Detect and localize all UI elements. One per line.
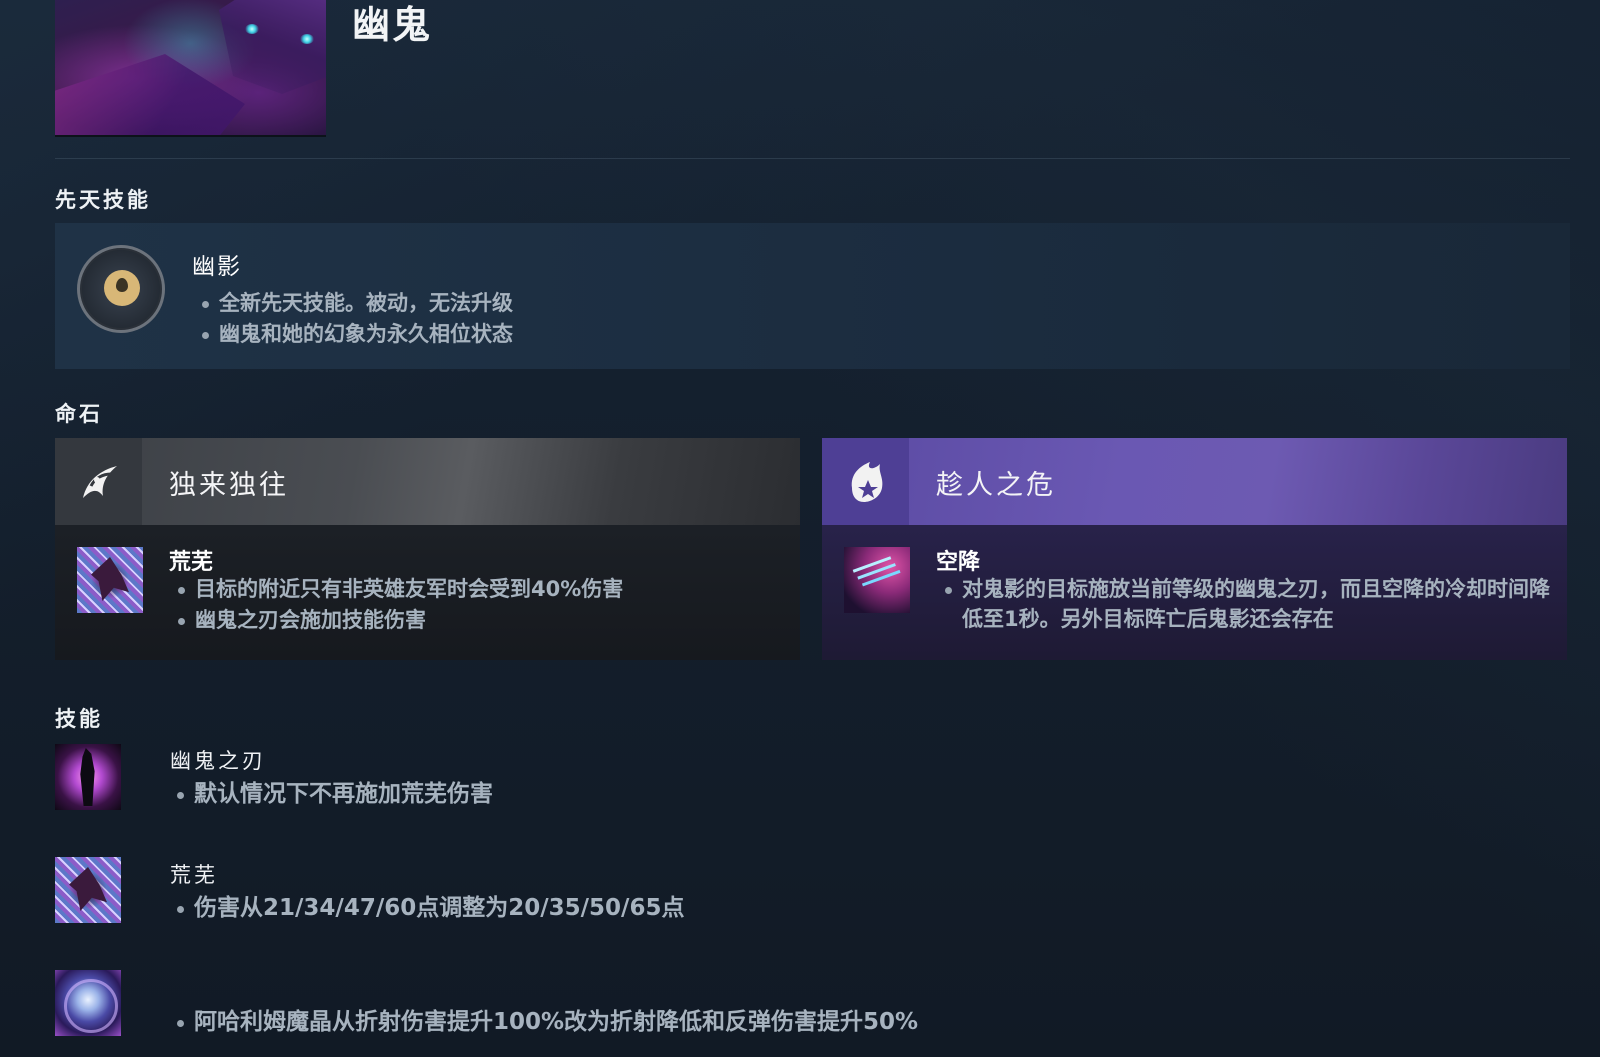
innate-notes: 全新先天技能。被动，无法升级 幽鬼和她的幻象为永久相位状态	[197, 288, 513, 350]
ability-notes: 伤害从21/34/47/60点调整为20/35/50/65点	[172, 893, 684, 924]
facet-notes: 目标的附近只有非英雄友军时会受到40%伤害 幽鬼之刃会施加技能伤害	[173, 574, 783, 636]
note-item: 阿哈利姆魔晶从折射伤害提升100%改为折射降低和反弹伤害提升50%	[172, 1007, 918, 1038]
facet-title: 独来独往	[169, 470, 289, 501]
ability-notes: 阿哈利姆魔晶从折射伤害提升100%改为折射降低和反弹伤害提升50%	[172, 1007, 918, 1038]
note-item: 对鬼影的目标施放当前等级的幽鬼之刃，而且空降的冷却时间降低至1秒。另外目标阵亡后…	[940, 574, 1550, 634]
ability-notes: 默认情况下不再施加荒芜伤害	[172, 779, 493, 810]
ability-name: 幽鬼之刃	[170, 749, 266, 773]
facet-title: 趁人之危	[936, 470, 1056, 501]
drop-icon[interactable]	[77, 245, 165, 333]
facet-card-forsaken[interactable]: 趁人之危 空降 对鬼影的目标施放当前等级的幽鬼之刃，而且空降的冷却时间降低至1秒…	[822, 438, 1567, 660]
hero-name: 幽鬼	[352, 2, 433, 47]
spectral-dagger-icon[interactable]	[55, 744, 121, 810]
innate-ability-name: 幽影	[192, 254, 242, 280]
section-title-facets: 命石	[55, 402, 103, 426]
note-item: 伤害从21/34/47/60点调整为20/35/50/65点	[172, 893, 684, 924]
note-item: 幽鬼和她的幻象为永久相位状态	[197, 319, 513, 350]
note-item: 目标的附近只有非英雄友军时会受到40%伤害	[173, 574, 783, 605]
facet-header: 趁人之危	[822, 438, 1567, 525]
facet-ability-name: 荒芜	[169, 550, 214, 575]
ability-name: 荒芜	[170, 863, 218, 887]
dispersion-icon[interactable]	[844, 547, 910, 613]
desolate-icon[interactable]	[55, 857, 121, 923]
hero-portrait	[55, 0, 326, 137]
facet-notes: 对鬼影的目标施放当前等级的幽鬼之刃，而且空降的冷却时间降低至1秒。另外目标阵亡后…	[940, 574, 1550, 634]
facet-header: 独来独往	[55, 438, 800, 525]
note-item: 默认情况下不再施加荒芜伤害	[172, 779, 493, 810]
header-divider	[55, 158, 1570, 159]
star-flame-icon	[851, 462, 883, 502]
section-title-innate: 先天技能	[55, 188, 151, 212]
innate-ability-card: 幽影 全新先天技能。被动，无法升级 幽鬼和她的幻象为永久相位状态	[55, 223, 1570, 369]
facet-card-loner[interactable]: 独来独往 荒芜 目标的附近只有非英雄友军时会受到40%伤害 幽鬼之刃会施加技能伤…	[55, 438, 800, 660]
crescent-swirl-icon	[83, 466, 117, 498]
section-title-abilities: 技能	[55, 707, 103, 731]
note-item: 幽鬼之刃会施加技能伤害	[173, 605, 783, 636]
facet-ability-name: 空降	[936, 550, 981, 575]
aghanims-orb-icon[interactable]	[55, 970, 121, 1036]
desolate-icon[interactable]	[77, 547, 143, 613]
note-item: 全新先天技能。被动，无法升级	[197, 288, 513, 319]
